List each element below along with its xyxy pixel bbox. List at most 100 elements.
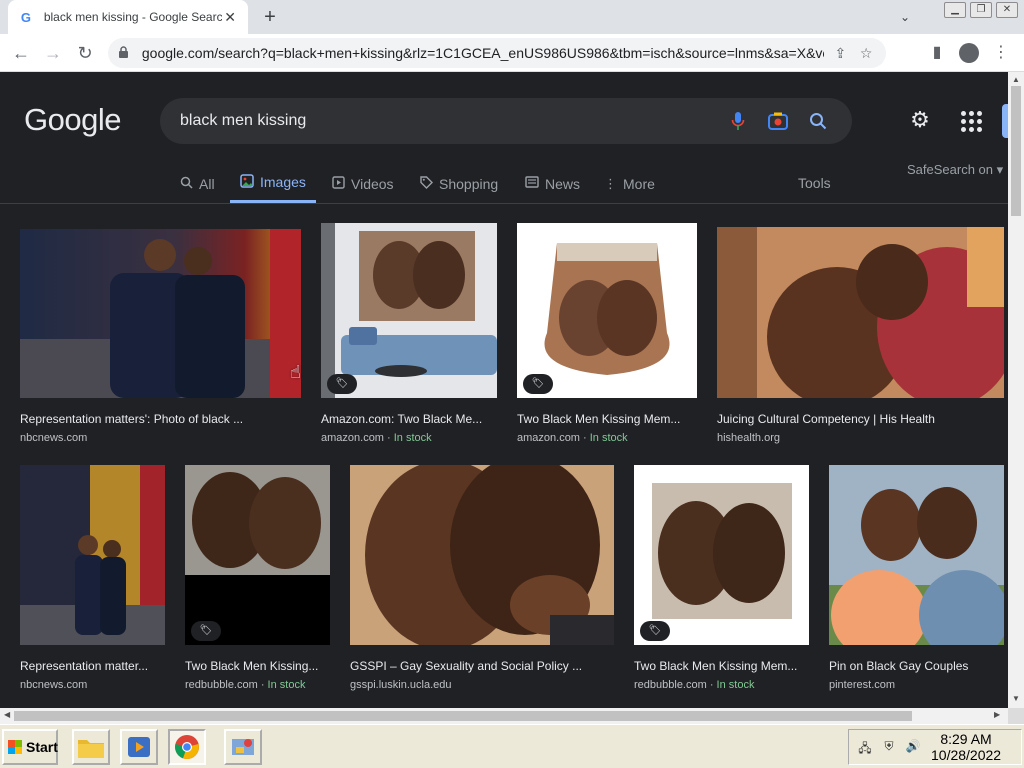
result-caption[interactable]: Representation matter... xyxy=(20,659,165,673)
vertical-scrollbar[interactable]: ▲ ▼ xyxy=(1008,72,1024,708)
result-thumbnail[interactable] xyxy=(20,465,165,645)
result-thumbnail[interactable] xyxy=(717,227,1004,398)
source-domain: nbcnews.com xyxy=(20,679,88,691)
stock-status: In stock xyxy=(716,679,755,691)
chrome-taskbar-icon[interactable] xyxy=(168,729,206,765)
play-icon xyxy=(332,175,345,192)
result-thumbnail[interactable] xyxy=(20,229,301,398)
control-panel-taskbar-icon[interactable] xyxy=(224,729,262,765)
network-icon[interactable]: 🖧 xyxy=(857,739,873,755)
scroll-right-icon[interactable]: ▶ xyxy=(994,710,1000,719)
security-alert-icon[interactable]: ⛨ xyxy=(881,739,897,755)
image-result[interactable]: Pin on Black Gay Couples pinterest.com xyxy=(829,465,1004,691)
result-caption[interactable]: Two Black Men Kissing... xyxy=(185,659,330,673)
tab-shopping[interactable]: Shopping xyxy=(420,164,498,203)
result-caption[interactable]: Juicing Cultural Competency | His Health xyxy=(717,412,1004,426)
tab-videos-label: Videos xyxy=(351,175,394,192)
result-thumbnail[interactable]: 🏷 xyxy=(517,223,697,398)
result-thumbnail[interactable] xyxy=(829,465,1004,645)
result-source: nbcnews.com xyxy=(20,679,165,691)
safesearch-toggle[interactable]: SafeSearch on ▾ xyxy=(907,162,1003,178)
image-result[interactable]: Representation matter... nbcnews.com xyxy=(20,465,165,691)
start-button[interactable]: Start xyxy=(2,729,58,765)
tab-all-label: All xyxy=(199,175,215,192)
result-thumbnail[interactable]: 🏷 xyxy=(185,465,330,645)
side-panel-icon[interactable]: ▮ xyxy=(924,40,950,66)
file-explorer-taskbar-icon[interactable] xyxy=(72,729,110,765)
result-caption[interactable]: GSSPI – Gay Sexuality and Social Policy … xyxy=(350,659,614,673)
search-icon xyxy=(180,176,193,192)
search-input[interactable]: black men kissing xyxy=(180,112,712,130)
newspaper-icon xyxy=(525,176,539,191)
clock-date: 10/28/2022 xyxy=(931,747,1002,763)
scroll-up-icon[interactable]: ▲ xyxy=(1012,75,1020,84)
image-result[interactable]: Juicing Cultural Competency | His Health… xyxy=(717,227,1004,444)
image-result[interactable]: 🏷 Amazon.com: Two Black Me... amazon.com… xyxy=(321,223,497,444)
tab-search-chevron-icon[interactable]: ⌄ xyxy=(896,8,914,26)
microphone-icon[interactable] xyxy=(724,107,752,135)
google-images-page: Google black men kissing ⚙ All Images Vi… xyxy=(0,72,1008,708)
horizontal-scroll-thumb[interactable] xyxy=(14,711,912,721)
image-result[interactable]: 🏷 Two Black Men Kissing... redbubble.com… xyxy=(185,465,330,691)
bookmark-star-icon[interactable]: ☆ xyxy=(856,45,876,62)
result-source: nbcnews.com xyxy=(20,432,301,444)
tag-icon: 🏷 xyxy=(523,374,553,394)
result-source: redbubble.com · In stock xyxy=(185,679,330,691)
restore-window-button[interactable]: ❐ xyxy=(970,2,992,18)
media-player-taskbar-icon[interactable] xyxy=(120,729,158,765)
address-bar[interactable]: google.com/search?q=black+men+kissing&rl… xyxy=(108,38,886,68)
back-arrow-icon[interactable]: ← xyxy=(8,40,34,66)
close-window-button[interactable]: ✕ xyxy=(996,2,1018,18)
tab-more[interactable]: ⋮ More xyxy=(604,164,655,203)
reload-icon[interactable]: ↻ xyxy=(72,40,98,66)
image-result[interactable]: GSSPI – Gay Sexuality and Social Policy … xyxy=(350,465,614,691)
result-caption[interactable]: Amazon.com: Two Black Me... xyxy=(321,412,497,426)
share-icon[interactable]: ⇪ xyxy=(830,45,850,62)
result-thumbnail[interactable]: 🏷 xyxy=(321,223,497,398)
result-caption[interactable]: Two Black Men Kissing Mem... xyxy=(634,659,809,673)
search-icon[interactable] xyxy=(804,107,832,135)
apps-grid-icon[interactable] xyxy=(956,106,984,134)
search-box[interactable]: black men kissing xyxy=(160,98,852,144)
stock-status: In stock xyxy=(267,679,306,691)
result-source: gsspi.luskin.ucla.edu xyxy=(350,679,614,691)
chrome-menu-icon[interactable]: ⋮ xyxy=(988,40,1014,66)
tag-icon: 🏷 xyxy=(640,621,670,641)
source-domain: amazon.com · xyxy=(517,432,590,444)
google-logo[interactable]: Google xyxy=(24,102,121,138)
search-tabs: All Images Videos Shopping News ⋮ More T… xyxy=(0,164,1008,204)
profile-avatar-icon[interactable] xyxy=(956,40,982,66)
tab-videos[interactable]: Videos xyxy=(332,164,394,203)
minimize-window-button[interactable]: ▁ xyxy=(944,2,966,18)
new-tab-button[interactable]: + xyxy=(258,6,282,30)
forward-arrow-icon[interactable]: → xyxy=(40,40,66,66)
result-thumbnail[interactable] xyxy=(350,465,614,645)
result-source: pinterest.com xyxy=(829,679,1004,691)
tab-close-icon[interactable]: ✕ xyxy=(222,9,238,26)
horizontal-scrollbar[interactable]: ◀ ▶ xyxy=(0,708,1008,724)
tab-all[interactable]: All xyxy=(180,164,215,203)
image-result[interactable]: 🏷 Two Black Men Kissing Mem... amazon.co… xyxy=(517,223,697,444)
gear-icon[interactable]: ⚙ xyxy=(906,106,934,134)
result-thumbnail[interactable]: 🏷 xyxy=(634,465,809,645)
scroll-down-icon[interactable]: ▼ xyxy=(1012,694,1020,703)
result-caption[interactable]: Two Black Men Kissing Mem... xyxy=(517,412,697,426)
image-result[interactable]: 🏷 Two Black Men Kissing Mem... redbubble… xyxy=(634,465,809,691)
tab-news-label: News xyxy=(545,175,581,192)
browser-tab[interactable]: G black men kissing - Google Searc ✕ xyxy=(8,0,248,34)
source-domain: gsspi.luskin.ucla.edu xyxy=(350,679,452,691)
result-caption[interactable]: Representation matters': Photo of black … xyxy=(20,412,301,426)
lock-icon xyxy=(118,46,130,60)
camera-lens-icon[interactable] xyxy=(764,107,792,135)
tab-news[interactable]: News xyxy=(525,164,580,203)
result-caption[interactable]: Pin on Black Gay Couples xyxy=(829,659,1004,673)
vertical-scroll-thumb[interactable] xyxy=(1011,86,1021,216)
taskbar-clock[interactable]: 8:29 AM 10/28/2022 xyxy=(931,731,1001,763)
tools-button[interactable]: Tools xyxy=(798,175,831,191)
result-source: amazon.com · In stock xyxy=(321,432,497,444)
image-icon xyxy=(240,173,254,191)
volume-icon[interactable]: 🔊 xyxy=(905,739,921,755)
image-result[interactable]: Representation matters': Photo of black … xyxy=(20,229,301,444)
tab-images[interactable]: Images xyxy=(230,164,316,203)
scroll-left-icon[interactable]: ◀ xyxy=(4,710,10,719)
